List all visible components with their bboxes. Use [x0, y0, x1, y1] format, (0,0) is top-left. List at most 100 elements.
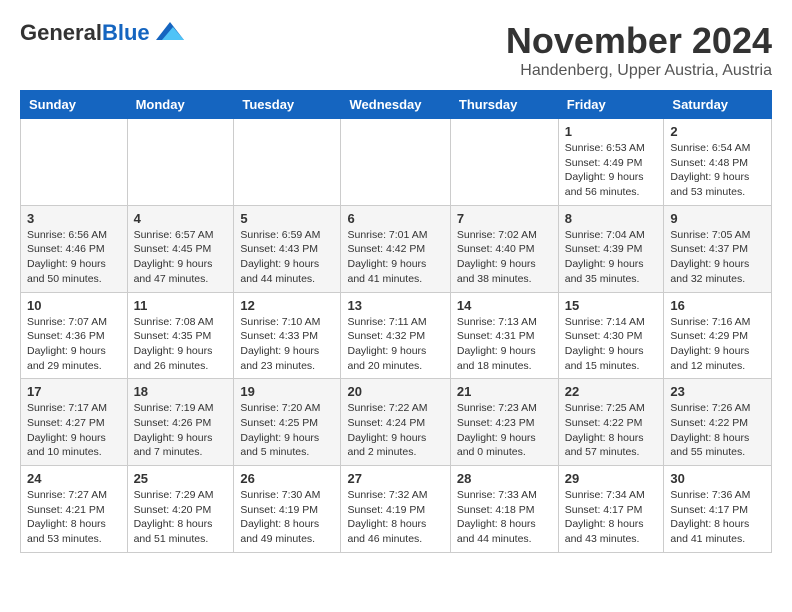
day-number: 4: [134, 211, 228, 226]
day-number: 27: [347, 471, 443, 486]
calendar-cell: 23 Sunrise: 7:26 AM Sunset: 4:22 PM Dayli…: [664, 379, 772, 466]
day-info: Sunrise: 7:11 AM Sunset: 4:32 PM Dayligh…: [347, 315, 443, 374]
calendar-cell: 21Sunrise: 7:23 AM Sunset: 4:23 PM Dayli…: [450, 379, 558, 466]
calendar-cell: 24 Sunrise: 7:27 AM Sunset: 4:21 PM Dayli…: [21, 466, 128, 553]
day-number: 9: [670, 211, 765, 226]
day-number: 11: [134, 298, 228, 313]
day-info: Sunrise: 7:33 AM Sunset: 4:18 PM Dayligh…: [457, 488, 552, 547]
calendar-cell: [234, 119, 341, 206]
day-number: 10: [27, 298, 121, 313]
day-info: Sunrise: 7:16 AM Sunset: 4:29 PM Dayligh…: [670, 315, 765, 374]
day-info: Sunrise: 7:36 AM Sunset: 4:17 PM Dayligh…: [670, 488, 765, 547]
page-header: GeneralBlue November 2024 Handenberg, Up…: [20, 20, 772, 80]
day-info: Sunrise: 6:54 AM Sunset: 4:48 PM Dayligh…: [670, 141, 765, 200]
calendar-cell: [21, 119, 128, 206]
calendar-cell: 14Sunrise: 7:13 AM Sunset: 4:31 PM Dayli…: [450, 292, 558, 379]
calendar-header-row: SundayMondayTuesdayWednesdayThursdayFrid…: [21, 91, 772, 119]
calendar-cell: 19 Sunrise: 7:20 AM Sunset: 4:25 PM Dayli…: [234, 379, 341, 466]
day-number: 18: [134, 384, 228, 399]
day-info: Sunrise: 7:19 AM Sunset: 4:26 PM Dayligh…: [134, 401, 228, 460]
calendar-cell: 13Sunrise: 7:11 AM Sunset: 4:32 PM Dayli…: [341, 292, 450, 379]
calendar-week-row: 3 Sunrise: 6:56 AM Sunset: 4:46 PM Daylig…: [21, 205, 772, 292]
calendar-cell: 26 Sunrise: 7:30 AM Sunset: 4:19 PM Dayli…: [234, 466, 341, 553]
day-info: Sunrise: 7:26 AM Sunset: 4:22 PM Dayligh…: [670, 401, 765, 460]
day-info: Sunrise: 7:25 AM Sunset: 4:22 PM Dayligh…: [565, 401, 658, 460]
calendar-week-row: 17 Sunrise: 7:17 AM Sunset: 4:27 PM Dayli…: [21, 379, 772, 466]
day-info: Sunrise: 7:01 AM Sunset: 4:42 PM Dayligh…: [347, 228, 443, 287]
col-header-friday: Friday: [558, 91, 664, 119]
day-number: 15: [565, 298, 658, 313]
col-header-saturday: Saturday: [664, 91, 772, 119]
calendar-cell: 2 Sunrise: 6:54 AM Sunset: 4:48 PM Daylig…: [664, 119, 772, 206]
calendar-cell: 12Sunrise: 7:10 AM Sunset: 4:33 PM Dayli…: [234, 292, 341, 379]
day-info: Sunrise: 7:08 AM Sunset: 4:35 PM Dayligh…: [134, 315, 228, 374]
logo: GeneralBlue: [20, 20, 184, 45]
calendar-cell: 29Sunrise: 7:34 AM Sunset: 4:17 PM Dayli…: [558, 466, 664, 553]
day-number: 7: [457, 211, 552, 226]
month-title: November 2024: [506, 20, 772, 62]
col-header-monday: Monday: [127, 91, 234, 119]
calendar-cell: 18 Sunrise: 7:19 AM Sunset: 4:26 PM Dayli…: [127, 379, 234, 466]
calendar-cell: 1 Sunrise: 6:53 AM Sunset: 4:49 PM Daylig…: [558, 119, 664, 206]
day-number: 3: [27, 211, 121, 226]
day-info: Sunrise: 7:30 AM Sunset: 4:19 PM Dayligh…: [240, 488, 334, 547]
day-info: Sunrise: 7:34 AM Sunset: 4:17 PM Dayligh…: [565, 488, 658, 547]
day-info: Sunrise: 7:23 AM Sunset: 4:23 PM Dayligh…: [457, 401, 552, 460]
day-number: 1: [565, 124, 658, 139]
logo-icon: [156, 22, 184, 45]
day-number: 22: [565, 384, 658, 399]
day-number: 16: [670, 298, 765, 313]
day-number: 20: [347, 384, 443, 399]
day-info: Sunrise: 6:57 AM Sunset: 4:45 PM Dayligh…: [134, 228, 228, 287]
location-title: Handenberg, Upper Austria, Austria: [506, 62, 772, 80]
calendar-cell: 28 Sunrise: 7:33 AM Sunset: 4:18 PM Dayli…: [450, 466, 558, 553]
calendar-cell: 9 Sunrise: 7:05 AM Sunset: 4:37 PM Daylig…: [664, 205, 772, 292]
calendar-cell: 16 Sunrise: 7:16 AM Sunset: 4:29 PM Dayli…: [664, 292, 772, 379]
calendar-cell: 3 Sunrise: 6:56 AM Sunset: 4:46 PM Daylig…: [21, 205, 128, 292]
day-number: 23: [670, 384, 765, 399]
calendar-cell: 8 Sunrise: 7:04 AM Sunset: 4:39 PM Daylig…: [558, 205, 664, 292]
day-number: 2: [670, 124, 765, 139]
calendar-cell: [450, 119, 558, 206]
col-header-sunday: Sunday: [21, 91, 128, 119]
calendar-cell: 22 Sunrise: 7:25 AM Sunset: 4:22 PM Dayli…: [558, 379, 664, 466]
logo-blue: Blue: [102, 20, 150, 45]
day-info: Sunrise: 7:14 AM Sunset: 4:30 PM Dayligh…: [565, 315, 658, 374]
day-info: Sunrise: 7:17 AM Sunset: 4:27 PM Dayligh…: [27, 401, 121, 460]
day-info: Sunrise: 7:32 AM Sunset: 4:19 PM Dayligh…: [347, 488, 443, 547]
calendar-cell: 17 Sunrise: 7:17 AM Sunset: 4:27 PM Dayli…: [21, 379, 128, 466]
day-number: 8: [565, 211, 658, 226]
calendar-table: SundayMondayTuesdayWednesdayThursdayFrid…: [20, 90, 772, 553]
calendar-week-row: 1 Sunrise: 6:53 AM Sunset: 4:49 PM Daylig…: [21, 119, 772, 206]
col-header-thursday: Thursday: [450, 91, 558, 119]
day-number: 5: [240, 211, 334, 226]
day-info: Sunrise: 7:02 AM Sunset: 4:40 PM Dayligh…: [457, 228, 552, 287]
day-info: Sunrise: 7:10 AM Sunset: 4:33 PM Dayligh…: [240, 315, 334, 374]
calendar-cell: 20 Sunrise: 7:22 AM Sunset: 4:24 PM Dayli…: [341, 379, 450, 466]
day-info: Sunrise: 6:53 AM Sunset: 4:49 PM Dayligh…: [565, 141, 658, 200]
calendar-cell: [127, 119, 234, 206]
day-number: 17: [27, 384, 121, 399]
calendar-cell: 15 Sunrise: 7:14 AM Sunset: 4:30 PM Dayli…: [558, 292, 664, 379]
day-number: 24: [27, 471, 121, 486]
day-number: 28: [457, 471, 552, 486]
day-info: Sunrise: 7:13 AM Sunset: 4:31 PM Dayligh…: [457, 315, 552, 374]
col-header-tuesday: Tuesday: [234, 91, 341, 119]
day-info: Sunrise: 7:29 AM Sunset: 4:20 PM Dayligh…: [134, 488, 228, 547]
calendar-cell: 4 Sunrise: 6:57 AM Sunset: 4:45 PM Daylig…: [127, 205, 234, 292]
calendar-week-row: 10Sunrise: 7:07 AM Sunset: 4:36 PM Dayli…: [21, 292, 772, 379]
day-info: Sunrise: 7:04 AM Sunset: 4:39 PM Dayligh…: [565, 228, 658, 287]
day-number: 19: [240, 384, 334, 399]
day-info: Sunrise: 7:22 AM Sunset: 4:24 PM Dayligh…: [347, 401, 443, 460]
day-number: 30: [670, 471, 765, 486]
day-info: Sunrise: 7:05 AM Sunset: 4:37 PM Dayligh…: [670, 228, 765, 287]
day-number: 6: [347, 211, 443, 226]
logo-general: General: [20, 20, 102, 45]
day-info: Sunrise: 6:59 AM Sunset: 4:43 PM Dayligh…: [240, 228, 334, 287]
day-info: Sunrise: 6:56 AM Sunset: 4:46 PM Dayligh…: [27, 228, 121, 287]
day-info: Sunrise: 7:20 AM Sunset: 4:25 PM Dayligh…: [240, 401, 334, 460]
day-info: Sunrise: 7:27 AM Sunset: 4:21 PM Dayligh…: [27, 488, 121, 547]
day-number: 26: [240, 471, 334, 486]
calendar-cell: 27 Sunrise: 7:32 AM Sunset: 4:19 PM Dayli…: [341, 466, 450, 553]
day-number: 25: [134, 471, 228, 486]
